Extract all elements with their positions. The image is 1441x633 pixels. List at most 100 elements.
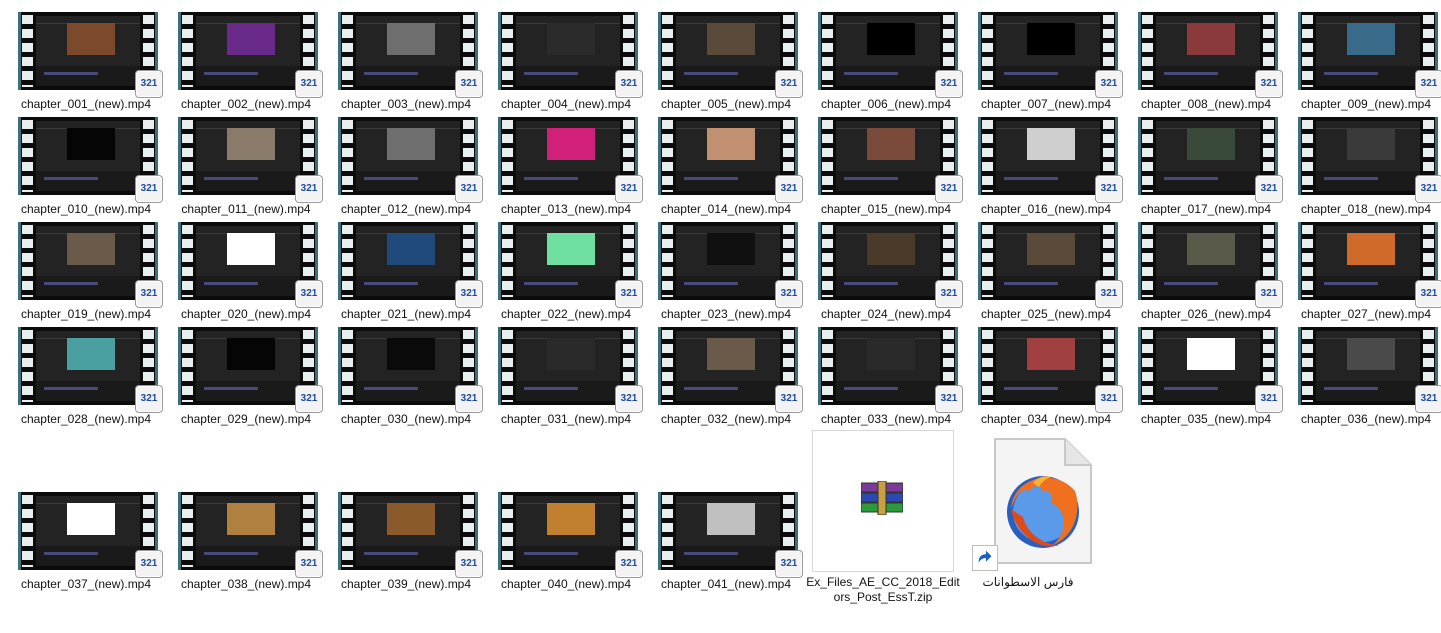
video-frame	[676, 226, 780, 296]
video-frame	[356, 226, 460, 296]
file-name: chapter_024_(new).mp4	[820, 307, 952, 321]
video-frame	[516, 331, 620, 401]
video-frame	[1156, 331, 1260, 401]
video-frame	[1316, 331, 1420, 401]
film-strip-icon	[1302, 225, 1313, 297]
video-thumbnail: 321	[658, 492, 803, 578]
video-frame	[996, 16, 1100, 86]
video-thumbnail: 321	[658, 12, 803, 98]
media-player-icon: 321	[295, 175, 323, 203]
film-strip-icon	[502, 120, 513, 192]
film-strip-icon	[22, 495, 33, 567]
file-name: chapter_006_(new).mp4	[820, 97, 952, 111]
video-thumbnail: 321	[818, 12, 963, 98]
media-player-icon: 321	[1255, 175, 1283, 203]
file-name: chapter_018_(new).mp4	[1300, 202, 1432, 216]
video-thumbnail: 321	[178, 222, 323, 308]
video-thumbnail: 321	[338, 12, 483, 98]
media-player-icon: 321	[615, 175, 643, 203]
file-name: chapter_033_(new).mp4	[820, 412, 952, 426]
file-name: chapter_035_(new).mp4	[1140, 412, 1272, 426]
file-name: chapter_015_(new).mp4	[820, 202, 952, 216]
video-frame	[196, 331, 300, 401]
film-strip-icon	[662, 225, 673, 297]
media-player-icon: 321	[295, 385, 323, 413]
video-thumbnail: 321	[1298, 222, 1441, 308]
film-strip-icon	[1142, 330, 1153, 402]
file-name: chapter_040_(new).mp4	[500, 577, 632, 591]
media-player-icon: 321	[455, 280, 483, 308]
file-name: chapter_025_(new).mp4	[980, 307, 1112, 321]
media-player-icon: 321	[295, 280, 323, 308]
video-thumbnail: 321	[1138, 222, 1283, 308]
media-player-icon: 321	[135, 280, 163, 308]
film-strip-icon	[822, 225, 833, 297]
video-thumbnail: 321	[178, 492, 323, 578]
video-thumbnail: 321	[18, 12, 163, 98]
video-thumbnail: 321	[498, 117, 643, 203]
video-frame	[996, 226, 1100, 296]
video-frame	[676, 121, 780, 191]
film-strip-icon	[1302, 15, 1313, 87]
media-player-icon: 321	[775, 70, 803, 98]
file-name: chapter_038_(new).mp4	[180, 577, 312, 591]
video-thumbnail: 321	[818, 222, 963, 308]
zip-file-tile[interactable]	[812, 430, 954, 572]
file-name: chapter_039_(new).mp4	[340, 577, 472, 591]
file-name: chapter_004_(new).mp4	[500, 97, 632, 111]
film-strip-icon	[22, 120, 33, 192]
video-frame	[36, 121, 140, 191]
video-thumbnail: 321	[978, 222, 1123, 308]
video-thumbnail: 321	[18, 327, 163, 413]
video-frame	[36, 496, 140, 566]
media-player-icon: 321	[1095, 70, 1123, 98]
video-frame	[1156, 226, 1260, 296]
media-player-icon: 321	[775, 550, 803, 578]
video-frame	[996, 331, 1100, 401]
file-name: chapter_041_(new).mp4	[660, 577, 792, 591]
video-thumbnail: 321	[978, 327, 1123, 413]
file-name: chapter_020_(new).mp4	[180, 307, 312, 321]
media-player-icon: 321	[775, 175, 803, 203]
video-thumbnail: 321	[1298, 12, 1441, 98]
media-player-icon: 321	[935, 70, 963, 98]
video-frame	[356, 496, 460, 566]
film-strip-icon	[182, 225, 193, 297]
film-strip-icon	[822, 15, 833, 87]
video-thumbnail: 321	[978, 12, 1123, 98]
media-player-icon: 321	[935, 175, 963, 203]
video-thumbnail: 321	[498, 492, 643, 578]
video-thumbnail: 321	[978, 117, 1123, 203]
film-strip-icon	[502, 15, 513, 87]
file-name: chapter_016_(new).mp4	[980, 202, 1112, 216]
file-name: chapter_029_(new).mp4	[180, 412, 312, 426]
film-strip-icon	[342, 495, 353, 567]
video-frame	[196, 121, 300, 191]
video-thumbnail: 321	[1138, 327, 1283, 413]
firefox-document-icon[interactable]	[993, 437, 1093, 565]
media-player-icon: 321	[1255, 385, 1283, 413]
file-name: chapter_011_(new).mp4	[181, 202, 311, 216]
media-player-icon: 321	[775, 385, 803, 413]
video-thumbnail: 321	[178, 12, 323, 98]
file-name: chapter_026_(new).mp4	[1140, 307, 1272, 321]
video-thumbnail: 321	[658, 117, 803, 203]
file-name: chapter_003_(new).mp4	[340, 97, 472, 111]
media-player-icon: 321	[455, 550, 483, 578]
film-strip-icon	[182, 120, 193, 192]
file-name: chapter_002_(new).mp4	[180, 97, 312, 111]
film-strip-icon	[1302, 120, 1313, 192]
video-frame	[36, 16, 140, 86]
file-name: chapter_021_(new).mp4	[340, 307, 472, 321]
film-strip-icon	[22, 15, 33, 87]
video-thumbnail: 321	[338, 117, 483, 203]
media-player-icon: 321	[1415, 70, 1441, 98]
media-player-icon: 321	[935, 385, 963, 413]
film-strip-icon	[502, 330, 513, 402]
video-frame	[676, 16, 780, 86]
video-frame	[196, 496, 300, 566]
video-thumbnail: 321	[178, 117, 323, 203]
film-strip-icon	[662, 15, 673, 87]
media-player-icon: 321	[135, 70, 163, 98]
film-strip-icon	[1142, 225, 1153, 297]
